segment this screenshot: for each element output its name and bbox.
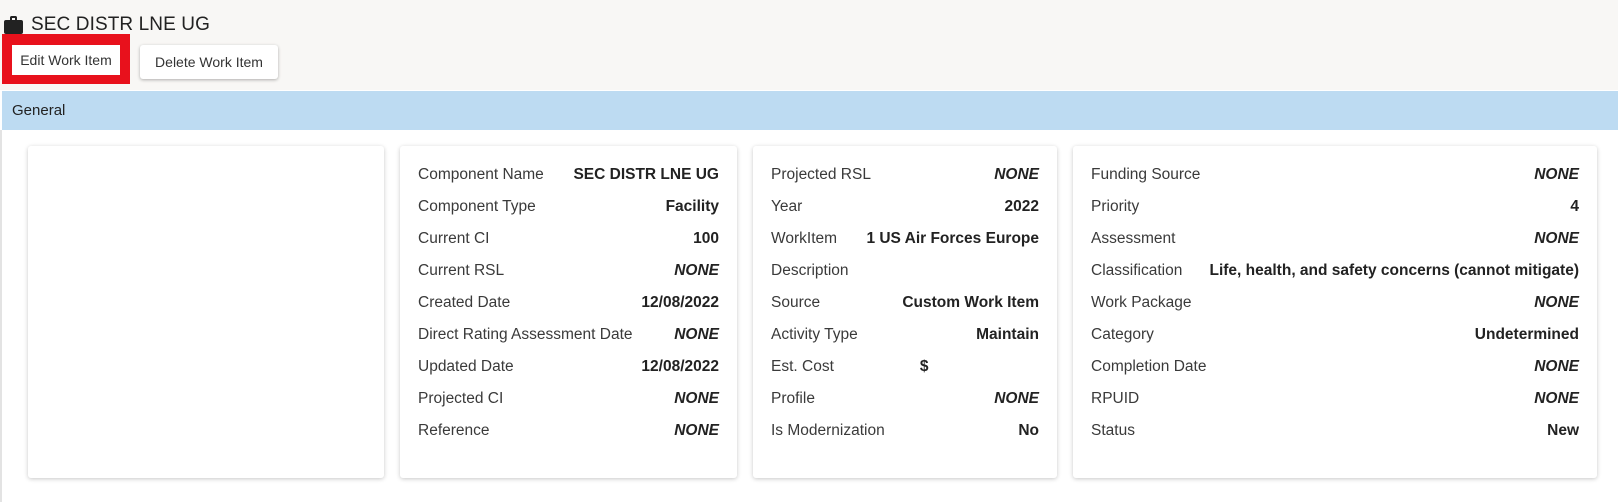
detail-row: Component Name SEC DISTR LNE UG <box>418 159 719 191</box>
details-card-2: Projected RSL NONE Year 2022 WorkItem 1 US Ai… <box>753 146 1057 478</box>
detail-label: Direct Rating Assessment Date <box>418 326 633 343</box>
detail-row: Created Date 12/08/2022 <box>418 287 719 319</box>
detail-value: Maintain <box>976 326 1039 343</box>
detail-label: Completion Date <box>1091 358 1207 375</box>
detail-label: Priority <box>1091 198 1140 215</box>
briefcase-icon <box>4 15 23 35</box>
detail-value: NONE <box>674 390 719 407</box>
details-list: Projected RSL NONE Year 2022 WorkItem 1 US Ai… <box>771 159 1039 447</box>
detail-label: Component Name <box>418 166 544 183</box>
section-title: General <box>12 102 66 119</box>
details-card-3: Funding Source NONE Priority 4 Assessment NON… <box>1073 146 1597 478</box>
detail-row: Direct Rating Assessment Date NONE <box>418 319 719 351</box>
detail-row: RPUID NONE <box>1091 383 1579 415</box>
detail-label: Reference <box>418 422 490 439</box>
detail-label: Assessment <box>1091 230 1176 247</box>
detail-value: NONE <box>674 422 719 439</box>
detail-row: Work Package NONE <box>1091 287 1579 319</box>
detail-label: Created Date <box>418 294 511 311</box>
detail-value: NONE <box>994 166 1039 183</box>
detail-value: 1 US Air Forces Europe <box>866 230 1039 247</box>
detail-row: Projected RSL NONE <box>771 159 1039 191</box>
detail-value: NONE <box>1534 294 1579 311</box>
left-rail <box>0 130 2 502</box>
detail-row: Classification Life, health, and safety c… <box>1091 255 1579 287</box>
detail-row: Funding Source NONE <box>1091 159 1579 191</box>
detail-row: Priority 4 <box>1091 191 1579 223</box>
detail-label: Current CI <box>418 230 490 247</box>
detail-value: Custom Work Item <box>902 294 1039 311</box>
detail-row: Status New <box>1091 415 1579 447</box>
detail-label: Activity Type <box>771 326 858 343</box>
detail-row: Reference NONE <box>418 415 719 447</box>
detail-row: Current RSL NONE <box>418 255 719 287</box>
general-section-header[interactable]: General <box>2 91 1618 130</box>
details-list: Component Name SEC DISTR LNE UG Component … <box>418 159 719 447</box>
detail-value: 2022 <box>1004 198 1039 215</box>
detail-row: Source Custom Work Item <box>771 287 1039 319</box>
detail-value: NONE <box>1534 230 1579 247</box>
detail-label: RPUID <box>1091 390 1140 407</box>
detail-value: Facility <box>665 198 719 215</box>
detail-row: Year 2022 <box>771 191 1039 223</box>
page-header: SEC DISTR LNE UG Edit Work Item Delete W… <box>0 0 1618 90</box>
detail-row: Assessment NONE <box>1091 223 1579 255</box>
detail-value: 12/08/2022 <box>641 358 719 375</box>
detail-label: Description <box>771 262 849 279</box>
detail-value: 4 <box>1570 198 1579 215</box>
detail-value: 12/08/2022 <box>641 294 719 311</box>
detail-label: Category <box>1091 326 1154 343</box>
detail-row: Description <box>771 255 1039 287</box>
detail-value: 100 <box>693 230 719 247</box>
detail-value: SEC DISTR LNE UG <box>573 166 719 183</box>
detail-label: Funding Source <box>1091 166 1201 183</box>
detail-value: Life, health, and safety concerns (canno… <box>1209 262 1580 279</box>
detail-row: Activity Type Maintain <box>771 319 1039 351</box>
detail-row: Profile NONE <box>771 383 1039 415</box>
detail-value: NONE <box>994 390 1039 407</box>
detail-row: Category Undetermined <box>1091 319 1579 351</box>
detail-value: NONE <box>674 262 719 279</box>
detail-label: Updated Date <box>418 358 514 375</box>
detail-label: Projected RSL <box>771 166 871 183</box>
detail-value: NONE <box>1534 166 1579 183</box>
detail-value: Undetermined <box>1474 326 1579 343</box>
detail-row: Component Type Facility <box>418 191 719 223</box>
detail-label: Year <box>771 198 803 215</box>
detail-row: Current CI 100 <box>418 223 719 255</box>
detail-label: Work Package <box>1091 294 1192 311</box>
detail-label: Is Modernization <box>771 422 885 439</box>
detail-value: $ <box>919 358 929 375</box>
detail-value: NONE <box>1534 358 1579 375</box>
detail-label: Status <box>1091 422 1135 439</box>
detail-label: Projected CI <box>418 390 504 407</box>
detail-row: Est. Cost $ <box>771 351 1039 383</box>
details-list: Funding Source NONE Priority 4 Assessment NON… <box>1091 159 1579 447</box>
details-card-1: Component Name SEC DISTR LNE UG Component … <box>400 146 737 478</box>
detail-label: WorkItem <box>771 230 838 247</box>
detail-value: New <box>1547 422 1579 439</box>
detail-row: Completion Date NONE <box>1091 351 1579 383</box>
detail-value: NONE <box>1534 390 1579 407</box>
detail-value: NONE <box>674 326 719 343</box>
detail-row: Updated Date 12/08/2022 <box>418 351 719 383</box>
detail-row: Projected CI NONE <box>418 383 719 415</box>
page-title: SEC DISTR LNE UG <box>31 14 210 35</box>
delete-work-item-button[interactable]: Delete Work Item <box>140 45 278 79</box>
detail-label: Profile <box>771 390 815 407</box>
detail-label: Source <box>771 294 821 311</box>
detail-label: Component Type <box>418 198 536 215</box>
component-image-card <box>28 146 384 478</box>
detail-value: No <box>1018 422 1039 439</box>
edit-work-item-button[interactable]: Edit Work Item <box>12 45 120 75</box>
detail-row: WorkItem 1 US Air Forces Europe <box>771 223 1039 255</box>
detail-label: Current RSL <box>418 262 505 279</box>
detail-row: Is Modernization No <box>771 415 1039 447</box>
detail-label: Classification <box>1091 262 1183 279</box>
detail-label: Est. Cost <box>771 358 834 375</box>
